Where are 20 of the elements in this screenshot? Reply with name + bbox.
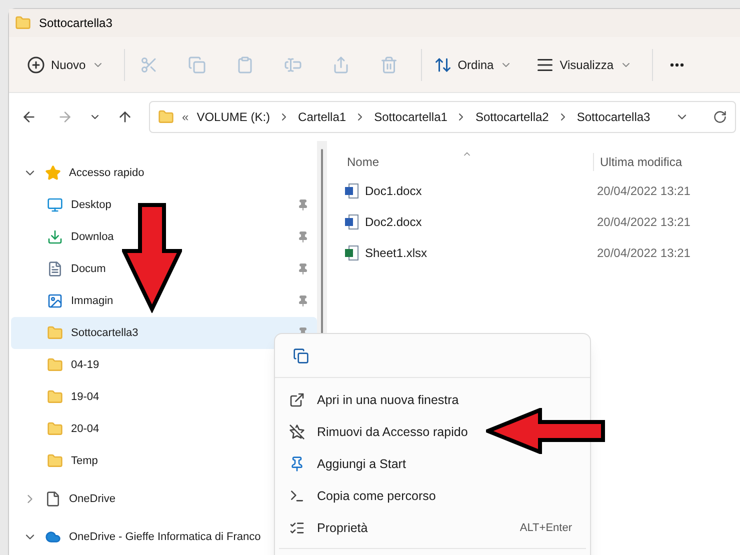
sidebar-label: 20-04 (71, 422, 100, 437)
modified-date: 20/04/2022 13:21 (597, 214, 690, 230)
sidebar-label: Immagin (71, 294, 114, 309)
sidebar-label: OneDrive - Gieffe Informatica di Franco (69, 530, 261, 545)
sidebar-label: Docum (71, 262, 106, 277)
file-name: Sheet1.xlsx (365, 244, 428, 262)
sidebar-label: OneDrive (69, 492, 116, 507)
sidebar-label: 19-04 (71, 390, 100, 405)
file-name: Doc1.docx (365, 182, 422, 200)
sidebar-label: 04-19 (71, 358, 100, 373)
sidebar-label: Downloa (71, 230, 114, 245)
sidebar-label: Desktop (71, 198, 112, 213)
shortcut-label: ALT+Enter (520, 520, 572, 536)
file-name: Doc2.docx (365, 214, 422, 230)
sidebar-label: Accesso rapido (69, 166, 144, 181)
sidebar-label: Temp (71, 454, 98, 469)
modified-date: 20/04/2022 13:21 (597, 182, 690, 200)
sidebar-label: Sottocartella3 (71, 326, 138, 341)
window-title: Sottocartella3 (39, 15, 112, 32)
modified-date: 20/04/2022 13:21 (597, 244, 690, 262)
